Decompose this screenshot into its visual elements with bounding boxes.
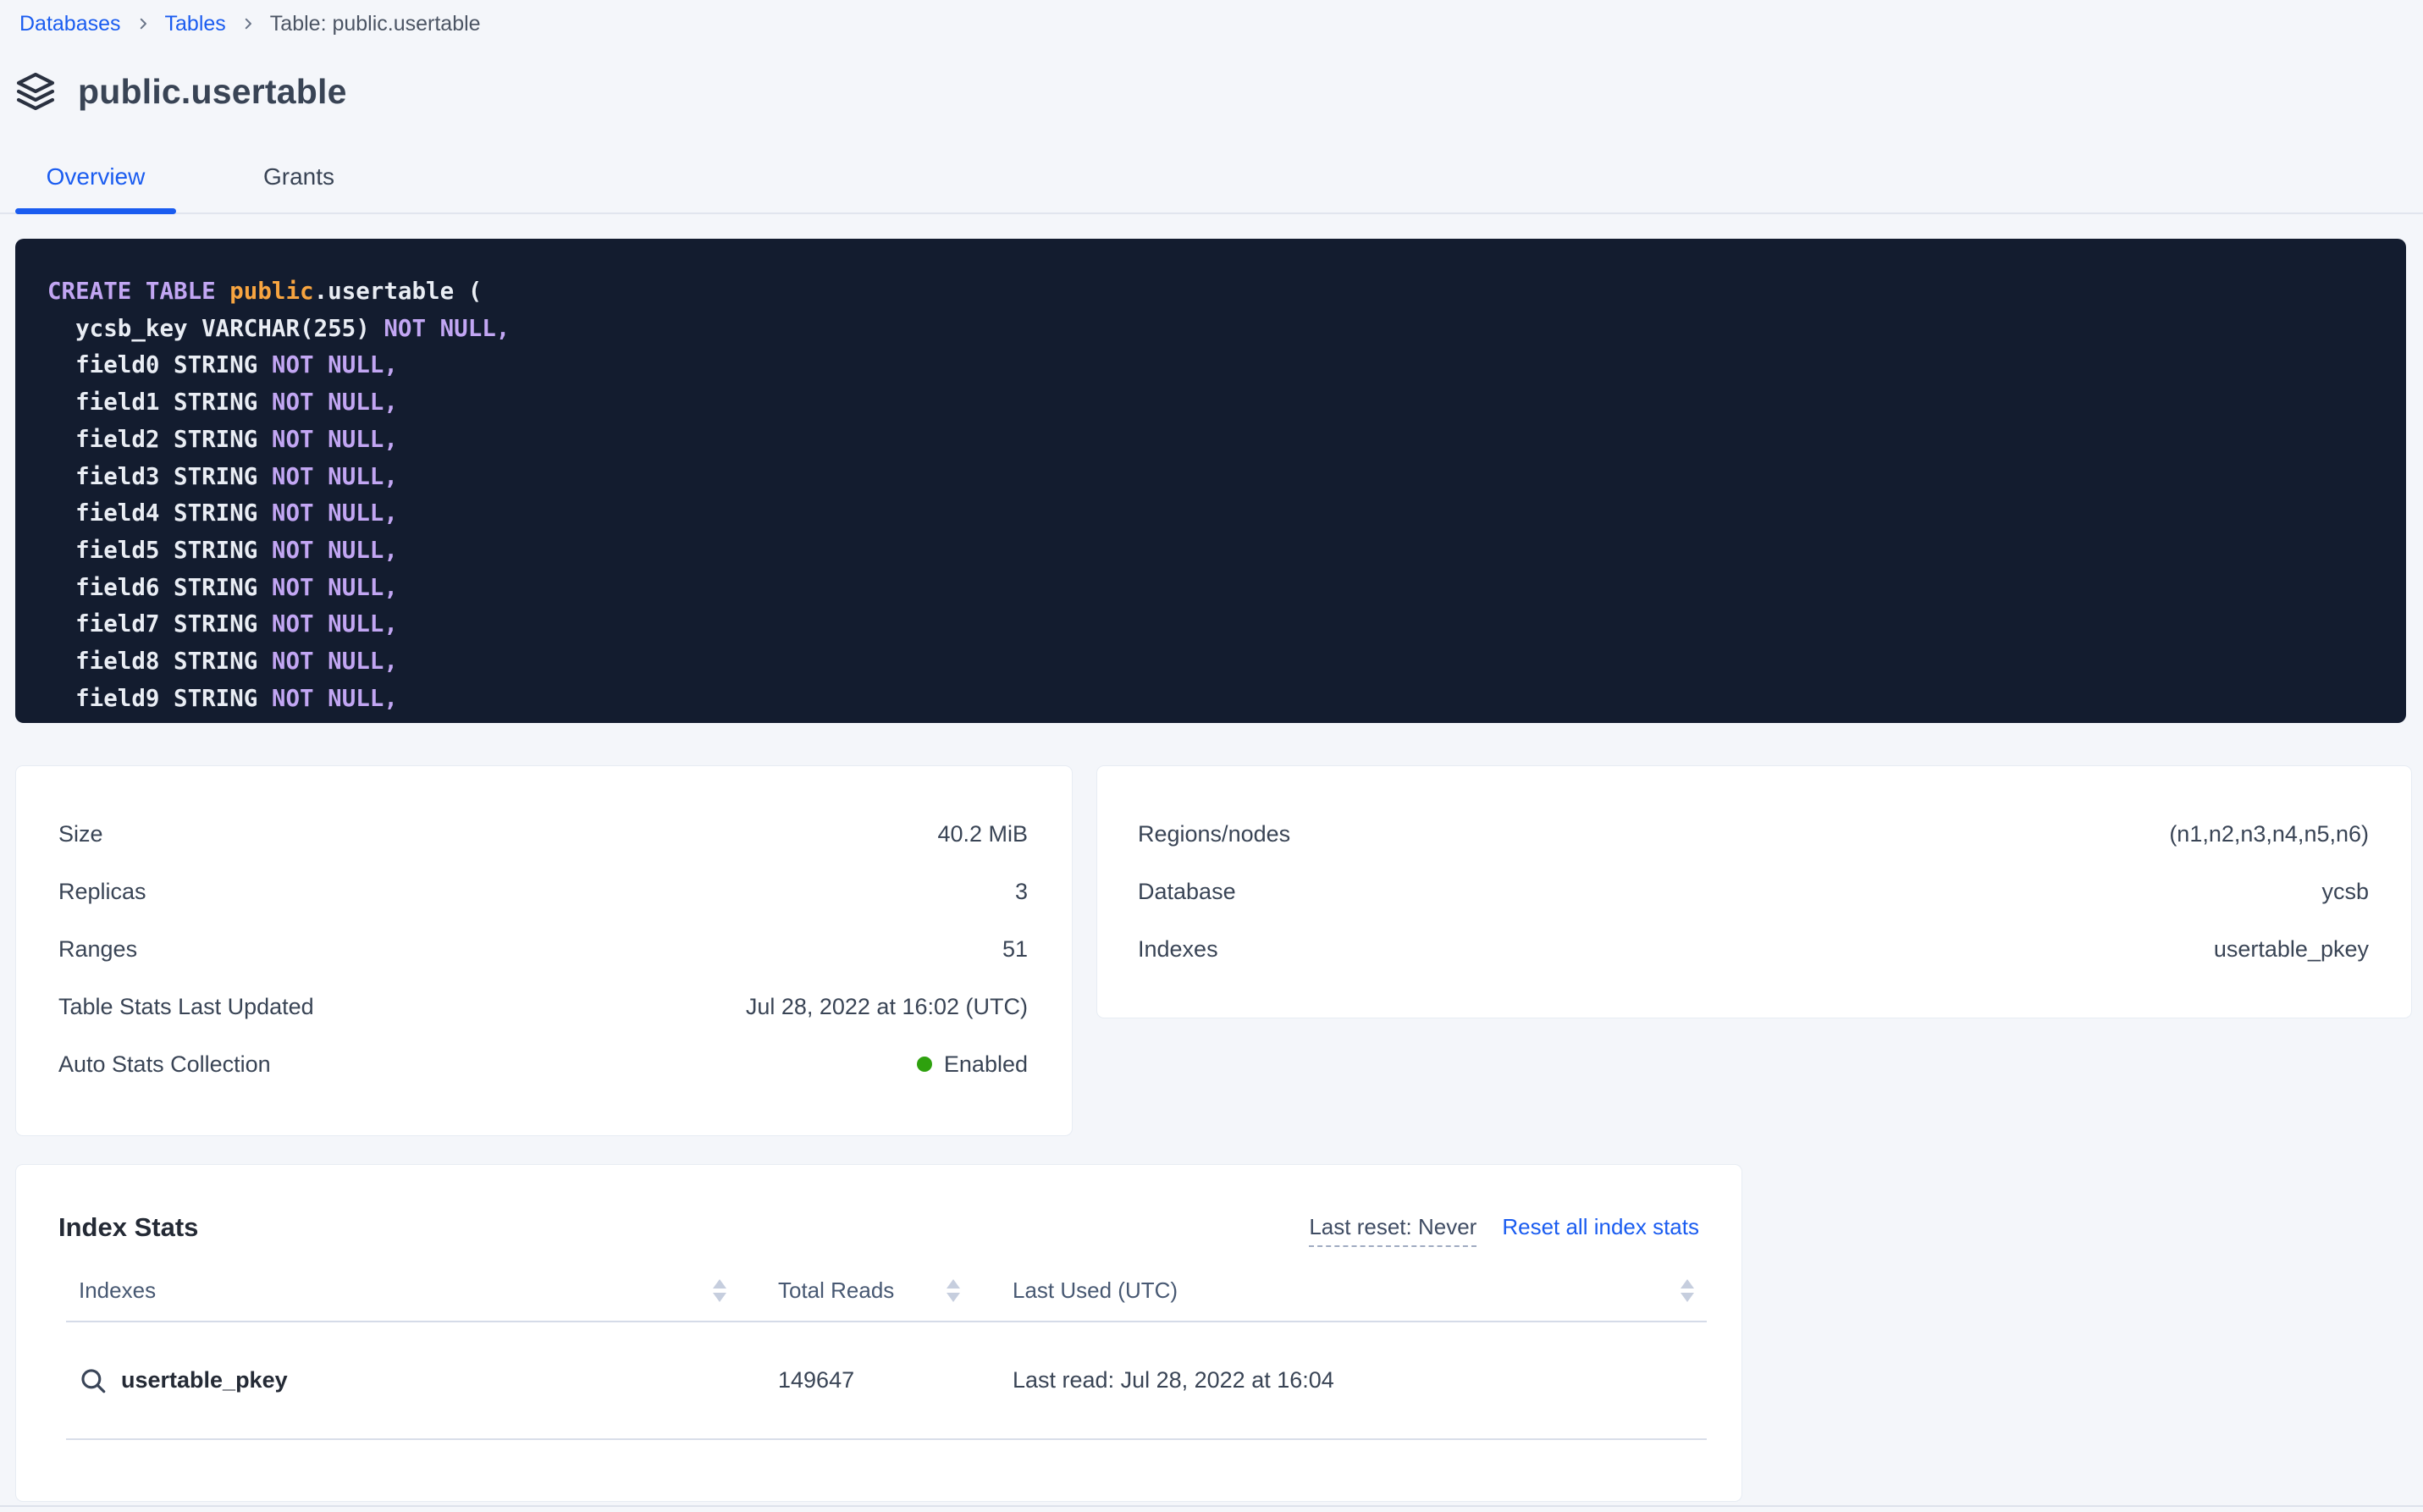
sql-code-line: field9 STRING NOT NULL, [47,681,2381,718]
detail-row: Database ycsb [1138,863,2369,920]
chevron-right-icon [135,16,151,31]
index-stats-title: Index Stats [58,1212,198,1243]
index-stats-card: Index Stats Last reset: Never Reset all … [15,1164,1742,1502]
detail-row: Auto Stats Collection Enabled [58,1035,1028,1093]
last-used-value: Last read: Jul 28, 2022 at 16:04 [1013,1367,1334,1393]
detail-row: Size 40.2 MiB [58,805,1028,863]
detail-row: Replicas 3 [58,863,1028,920]
detail-row: Ranges 51 [58,920,1028,978]
column-header-indexes[interactable]: Indexes [79,1277,726,1304]
detail-value: Enabled [917,1051,1028,1078]
table-layers-icon [15,71,56,112]
status-enabled-dot-icon [917,1057,932,1072]
search-icon [79,1366,108,1395]
detail-value: 3 [1015,879,1028,905]
sql-code-line: field4 STRING NOT NULL, [47,495,2381,533]
column-header-label: Last Used (UTC) [1013,1277,1178,1304]
breadcrumb-link-databases[interactable]: Databases [19,12,121,36]
detail-value: ycsb [2321,879,2369,905]
sql-code[interactable]: CREATE TABLE public.usertable ( ycsb_key… [15,239,2406,723]
total-reads-value: 149647 [778,1367,854,1393]
table-details-card: Size 40.2 MiB Replicas 3 Ranges 51 Table Stats… [15,765,1073,1136]
sql-code-line: field8 STRING NOT NULL, [47,643,2381,681]
detail-value: (n1,n2,n3,n4,n5,n6) [2169,821,2369,847]
sql-code-line: ycsb_key VARCHAR(255) NOT NULL, [47,311,2381,348]
table-header-row: Indexes Total Reads Last Used (UTC) [66,1260,1707,1322]
last-reset-label: Last reset: Never [1309,1214,1476,1247]
page-header: public.usertable [15,71,347,112]
table-location-card: Regions/nodes (n1,n2,n3,n4,n5,n6) Database… [1096,765,2412,1018]
column-header-last-used[interactable]: Last Used (UTC) [1013,1277,1694,1304]
table-row: usertable_pkey 149647 Last read: Jul 28,… [66,1322,1707,1440]
detail-row: Indexes usertable_pkey [1138,920,2369,978]
tab-bar: Overview Grants [0,159,2423,215]
page-bottom-divider [0,1505,2423,1507]
sql-code-line: field1 STRING NOT NULL, [47,384,2381,422]
detail-label: Replicas [58,879,146,905]
column-header-label: Indexes [79,1277,156,1304]
tab-grants[interactable]: Grants [240,159,358,195]
detail-label: Regions/nodes [1138,821,1290,847]
sql-code-line: field0 STRING NOT NULL, [47,347,2381,384]
sql-code-line: CREATE TABLE public.usertable ( [47,273,2381,311]
detail-value: 51 [1002,936,1028,963]
detail-label: Size [58,821,103,847]
tab-bar-divider [0,212,2423,214]
sort-icon[interactable] [713,1279,726,1302]
index-stats-table: Indexes Total Reads Last Used (UTC) user… [66,1260,1707,1440]
sql-code-line: field5 STRING NOT NULL, [47,533,2381,570]
detail-label: Indexes [1138,936,1218,963]
detail-label: Ranges [58,936,137,963]
detail-value: usertable_pkey [2214,936,2369,963]
active-tab-underline [15,208,176,214]
detail-label: Auto Stats Collection [58,1051,271,1078]
tab-overview[interactable]: Overview [15,159,176,195]
column-header-total-reads[interactable]: Total Reads [778,1277,960,1304]
breadcrumb: Databases Tables Table: public.usertable [19,7,481,41]
sql-code-line: field7 STRING NOT NULL, [47,606,2381,643]
breadcrumb-current: Table: public.usertable [270,12,481,36]
index-name: usertable_pkey [121,1367,288,1393]
chevron-right-icon [240,16,256,31]
reset-index-stats-link[interactable]: Reset all index stats [1502,1214,1699,1240]
detail-row: Regions/nodes (n1,n2,n3,n4,n5,n6) [1138,805,2369,863]
breadcrumb-link-tables[interactable]: Tables [165,12,226,36]
sort-icon[interactable] [947,1279,960,1302]
detail-value: 40.2 MiB [937,821,1028,847]
detail-row: Table Stats Last Updated Jul 28, 2022 at … [58,978,1028,1035]
sql-code-line: field3 STRING NOT NULL, [47,459,2381,496]
detail-label: Table Stats Last Updated [58,994,314,1020]
column-header-label: Total Reads [778,1277,894,1304]
sql-code-line: field2 STRING NOT NULL, [47,422,2381,459]
sort-icon[interactable] [1681,1279,1694,1302]
detail-label: Database [1138,879,1236,905]
sql-code-line: field6 STRING NOT NULL, [47,570,2381,607]
detail-value: Jul 28, 2022 at 16:02 (UTC) [746,994,1028,1020]
page-title: public.usertable [78,72,347,112]
